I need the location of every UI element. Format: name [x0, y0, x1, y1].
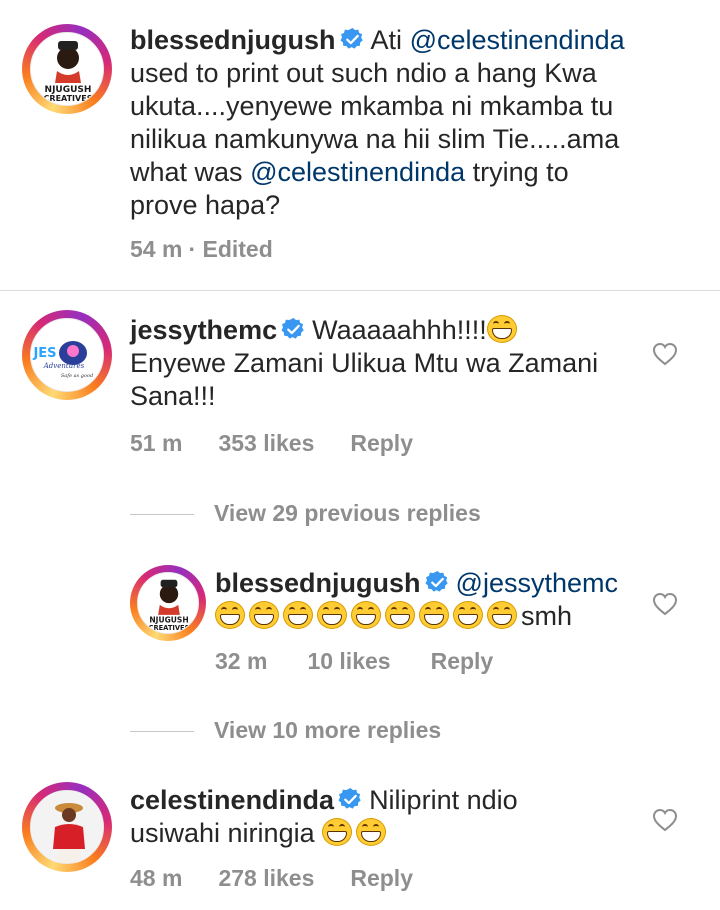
tears-of-joy-emoji: [486, 315, 517, 343]
verified-badge-icon: [338, 787, 361, 809]
tears-of-joy-emoji: [283, 601, 313, 629]
reply-button[interactable]: Reply: [350, 865, 413, 891]
svg-text:Safe as good: Safe as good: [61, 373, 93, 379]
verified-badge-icon: [425, 570, 448, 592]
njugush-avatar-image: NJUGUSH CREATIVES: [149, 579, 190, 632]
comment-body: blessednjugush @jessythemc smh: [215, 568, 618, 631]
tears-of-joy-emoji: [487, 601, 517, 629]
divider: [0, 290, 720, 291]
tears-of-joy-emoji: [356, 818, 387, 846]
verified-badge-icon: [340, 27, 363, 49]
likes-count[interactable]: 278 likes: [218, 865, 314, 891]
jessythemc-avatar-image: JES Adventures Safe as good: [32, 341, 93, 379]
emoji-row: [215, 601, 521, 631]
thread-line: [130, 731, 194, 733]
username[interactable]: celestinendinda: [130, 785, 334, 815]
comment-body: blessednjugush Ati @celestinendinda used …: [130, 25, 625, 220]
comment-body: celestinendinda Niliprint ndio usiwahi ni…: [130, 785, 518, 848]
svg-text:Adventures: Adventures: [43, 362, 85, 370]
mention-link[interactable]: @celestinendinda: [410, 25, 625, 55]
edited-label: · Edited: [188, 236, 273, 262]
reply-button[interactable]: Reply: [350, 430, 413, 456]
tears-of-joy-emoji: [249, 601, 279, 629]
reply-button[interactable]: Reply: [431, 648, 494, 674]
likes-count[interactable]: 353 likes: [218, 430, 314, 456]
njugush-avatar-image: NJUGUSH CREATIVES: [44, 41, 93, 103]
view-more-replies[interactable]: View 10 more replies: [130, 717, 441, 744]
timestamp: 54 m: [130, 236, 183, 262]
tears-of-joy-emoji: [322, 818, 353, 846]
heart-outline-icon[interactable]: [652, 342, 678, 366]
mention-link[interactable]: @jessythemc: [456, 568, 618, 598]
tears-of-joy-emoji: [453, 601, 483, 629]
comment-body: jessythemc Waaaaahhh!!!! Enyewe Zamani Ul…: [130, 315, 599, 411]
view-previous-replies[interactable]: View 29 previous replies: [130, 500, 481, 527]
timestamp: 51 m: [130, 430, 183, 456]
thread-line: [130, 514, 194, 516]
avatar[interactable]: [22, 782, 112, 872]
likes-count[interactable]: 10 likes: [307, 648, 390, 674]
tears-of-joy-emoji: [215, 601, 245, 629]
comment-meta: 54 m · Edited: [130, 236, 309, 263]
heart-outline-icon[interactable]: [652, 592, 678, 616]
avatar[interactable]: NJUGUSH CREATIVES: [22, 24, 112, 114]
timestamp: 32 m: [215, 648, 268, 674]
celestinendinda-avatar-image: [31, 791, 103, 863]
username[interactable]: jessythemc: [130, 315, 277, 345]
comment-meta: 51 m 353 likes Reply: [130, 430, 449, 457]
comment-meta: 32 m 10 likes Reply: [215, 648, 529, 675]
avatar[interactable]: JES Adventures Safe as good: [22, 310, 112, 400]
tears-of-joy-emoji: [351, 601, 381, 629]
tears-of-joy-emoji: [317, 601, 347, 629]
svg-text:CREATIVES: CREATIVES: [149, 624, 190, 632]
svg-text:JES: JES: [32, 346, 56, 361]
username[interactable]: blessednjugush: [130, 25, 336, 55]
username[interactable]: blessednjugush: [215, 568, 421, 598]
comment-meta: 48 m 278 likes Reply: [130, 865, 449, 892]
tears-of-joy-emoji: [385, 601, 415, 629]
verified-badge-icon: [281, 317, 304, 339]
timestamp: 48 m: [130, 865, 183, 891]
tears-of-joy-emoji: [419, 601, 449, 629]
svg-text:NJUGUSH: NJUGUSH: [149, 615, 188, 624]
svg-text:CREATIVES: CREATIVES: [44, 94, 93, 103]
heart-outline-icon[interactable]: [652, 808, 678, 832]
mention-link[interactable]: @celestinendinda: [250, 157, 465, 187]
avatar[interactable]: NJUGUSH CREATIVES: [130, 565, 206, 641]
